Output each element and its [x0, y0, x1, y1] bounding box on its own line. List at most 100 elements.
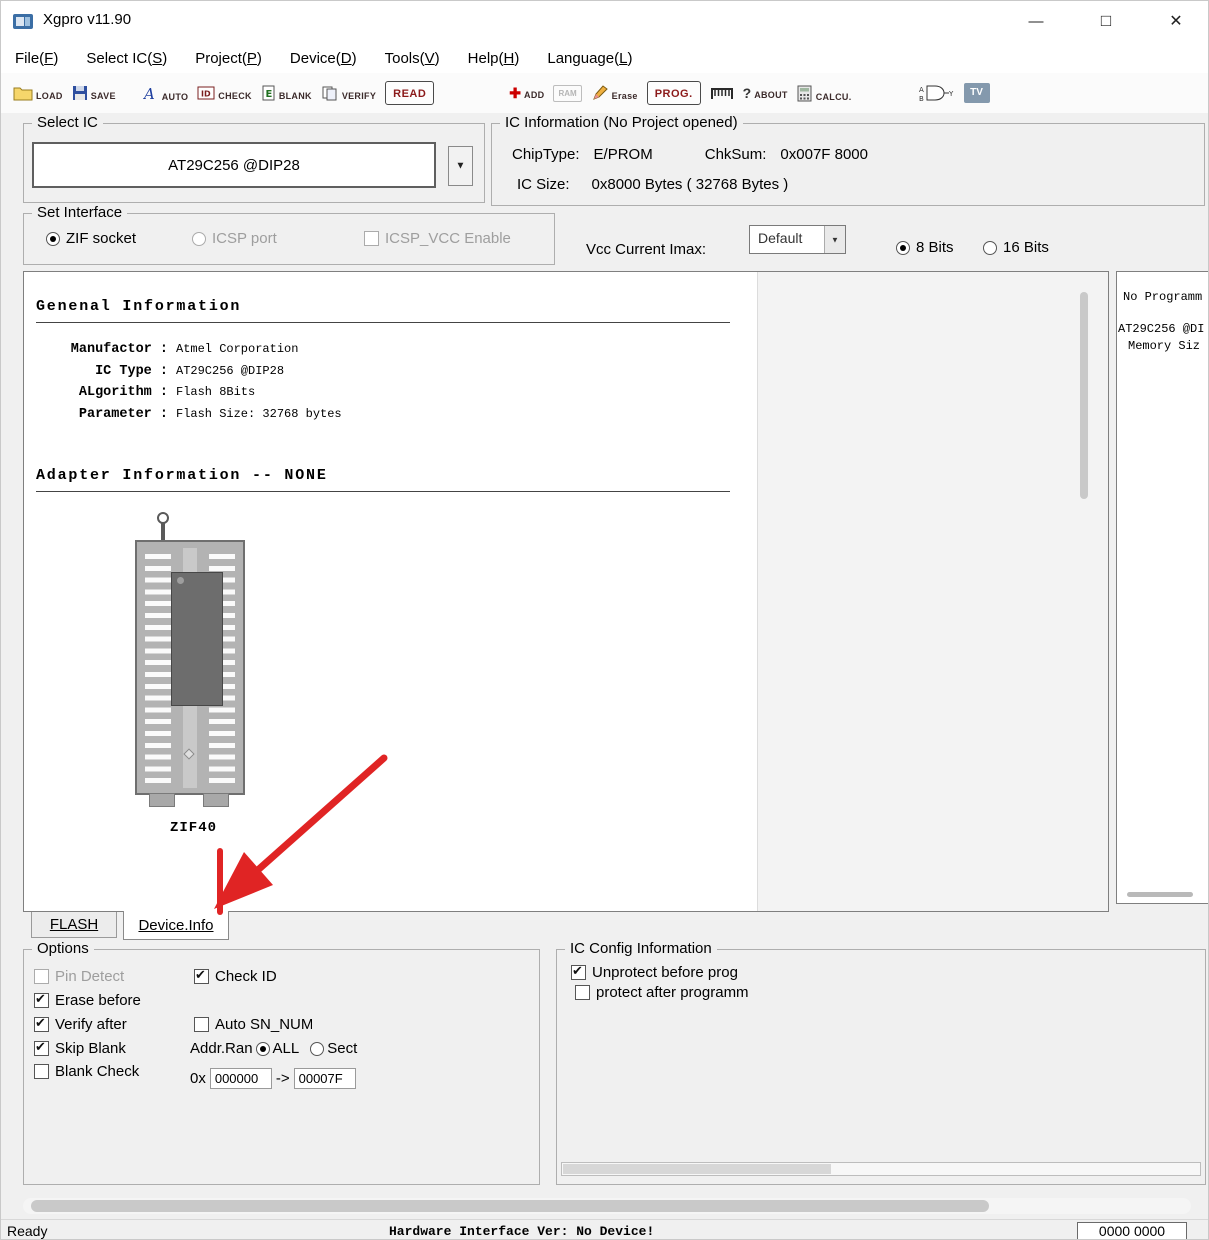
maximize-button[interactable]: □ — [1083, 1, 1129, 41]
checkbox-icon — [34, 993, 49, 1008]
chksum-label: ChkSum: — [705, 146, 767, 163]
general-information-title: Genenal Information — [36, 298, 746, 315]
check-id-button[interactable]: ID CHECK — [197, 85, 252, 101]
16-bits-radio[interactable]: 16 Bits — [983, 239, 1049, 256]
checkbox-icon — [194, 969, 209, 984]
memory-size-line: Memory Siz — [1128, 339, 1200, 353]
verify-after-checkbox[interactable]: Verify after — [34, 1016, 127, 1033]
pin-detect-checkbox: Pin Detect — [34, 968, 124, 985]
skip-blank-label: Skip Blank — [55, 1040, 126, 1057]
divider — [36, 491, 730, 492]
radio-icon — [896, 241, 910, 255]
about-label: ABOUT — [754, 90, 788, 100]
read-button[interactable]: READ — [385, 81, 434, 105]
ic-information-group: IC Information (No Project opened) ChipT… — [491, 123, 1205, 206]
horizontal-scrollbar-thumb[interactable] — [1127, 892, 1193, 897]
zif-pin-slots-left — [145, 554, 171, 784]
calculator-button[interactable]: CALCU. — [797, 85, 852, 102]
prog-button[interactable]: PROG. — [647, 81, 701, 105]
blank-check-checkbox[interactable]: Blank Check — [34, 1063, 139, 1080]
checkbox-icon — [34, 1064, 49, 1079]
set-interface-group: Set Interface ZIF socket ICSP port ICSP_… — [23, 213, 555, 265]
range-from-input[interactable] — [210, 1068, 272, 1089]
main-horizontal-scrollbar[interactable] — [23, 1198, 1191, 1214]
erase-label: Erase — [612, 91, 638, 101]
adapter-information-title: Adapter Information -- NONE — [36, 467, 746, 484]
ic-info-row-1: ChipType:E/PROMChkSum:0x007F 8000 — [512, 146, 868, 163]
minimize-button[interactable]: — — [1013, 1, 1059, 41]
menu-device[interactable]: Device(D) — [276, 50, 371, 67]
menu-tools[interactable]: Tools(V) — [371, 50, 454, 67]
ic-config-group-label: IC Config Information — [565, 940, 717, 957]
addr-range-row: Addr.Ran ALL Sect — [190, 1040, 357, 1057]
status-bar: Ready Hardware Interface Ver: No Device!… — [1, 1219, 1208, 1240]
range-to-input[interactable] — [294, 1068, 356, 1089]
tab-device-info[interactable]: Device.Info — [123, 911, 229, 940]
blank-button[interactable]: E BLANK — [261, 85, 312, 101]
verify-sheets-icon — [321, 85, 339, 101]
protect-after-checkbox[interactable]: protect after programm — [575, 984, 749, 1001]
load-button[interactable]: LOAD — [13, 85, 63, 101]
zif-foot — [149, 793, 175, 807]
status-hardware-info: Hardware Interface Ver: No Device! — [389, 1224, 654, 1239]
skip-blank-checkbox[interactable]: Skip Blank — [34, 1040, 126, 1057]
icsp-vcc-checkbox: ICSP_VCC Enable — [364, 230, 511, 247]
menu-help[interactable]: Help(H) — [454, 50, 534, 67]
check-id-checkbox[interactable]: Check ID — [194, 968, 277, 985]
about-button[interactable]: ? ABOUT — [743, 86, 788, 100]
app-icon — [12, 10, 34, 32]
menu-project[interactable]: Project(P) — [181, 50, 276, 67]
erase-before-label: Erase before — [55, 992, 141, 1009]
select-ic-group: Select IC AT29C256 @DIP28 — [23, 123, 485, 203]
chksum-value: 0x007F 8000 — [780, 146, 868, 163]
ic-combobox[interactable]: AT29C256 @DIP28 — [32, 142, 436, 188]
general-information-section: Genenal Information Manufactor : Atmel C… — [36, 298, 746, 492]
programmer-status-line: No Programm — [1123, 290, 1202, 304]
add-button[interactable]: ✚ ADD — [509, 86, 544, 100]
logic-gate-button[interactable]: A B Y — [919, 83, 955, 103]
vcc-current-imax-label: Vcc Current Imax: — [586, 241, 706, 258]
close-icon: ✕ — [1169, 11, 1182, 31]
icsp-port-radio: ICSP port — [192, 230, 277, 247]
menu-file[interactable]: File(F) — [1, 50, 72, 67]
radio-icon — [192, 232, 206, 246]
all-label: ALL — [273, 1040, 300, 1057]
erase-before-checkbox[interactable]: Erase before — [34, 992, 141, 1009]
vertical-scrollbar-thumb[interactable] — [1080, 292, 1088, 499]
auto-label: AUTO — [162, 92, 189, 102]
zif-socket-radio[interactable]: ZIF socket — [46, 230, 136, 247]
vcc-current-select[interactable]: Default — [749, 225, 846, 254]
menu-select-ic[interactable]: Select IC(S) — [72, 50, 181, 67]
svg-text:A: A — [143, 85, 155, 102]
svg-text:Y: Y — [948, 90, 954, 98]
tv-button[interactable]: TV — [964, 83, 990, 103]
save-button[interactable]: SAVE — [72, 85, 116, 101]
dropdown-arrow-icon[interactable] — [824, 226, 845, 253]
checkbox-icon — [34, 1017, 49, 1032]
unprotect-before-checkbox[interactable]: Unprotect before prog — [571, 964, 738, 981]
protect-after-label: protect after programm — [596, 984, 749, 1001]
pin-detect-label: Pin Detect — [55, 968, 124, 985]
sect-radio[interactable] — [310, 1042, 324, 1056]
close-button[interactable]: ✕ — [1153, 1, 1199, 41]
checkbox-icon — [34, 969, 49, 984]
auto-button[interactable]: A AUTO — [143, 85, 189, 102]
ic-combobox-dropdown-button[interactable] — [448, 146, 473, 186]
info-row-parameter: Parameter : Flash Size: 32768 bytes — [36, 404, 746, 426]
8-bits-radio[interactable]: 8 Bits — [896, 239, 954, 256]
checkbox-icon — [364, 231, 379, 246]
8-bits-label: 8 Bits — [916, 239, 954, 256]
config-horizontal-scrollbar[interactable] — [561, 1162, 1201, 1176]
pin-test-button[interactable] — [710, 85, 734, 101]
scrollbar-thumb[interactable] — [31, 1200, 989, 1212]
auto-sn-checkbox[interactable]: Auto SN_NUM — [194, 1016, 312, 1033]
all-radio[interactable] — [256, 1042, 270, 1056]
tab-flash[interactable]: FLASH — [31, 912, 117, 938]
scrollbar-thumb[interactable] — [563, 1164, 831, 1174]
svg-text:A: A — [919, 86, 924, 94]
menu-language[interactable]: Language(L) — [533, 50, 646, 67]
zif-socket-body — [135, 540, 245, 795]
tv-icon: TV — [964, 83, 990, 103]
verify-button[interactable]: VERIFY — [321, 85, 376, 101]
erase-button[interactable]: Erase — [591, 85, 638, 101]
